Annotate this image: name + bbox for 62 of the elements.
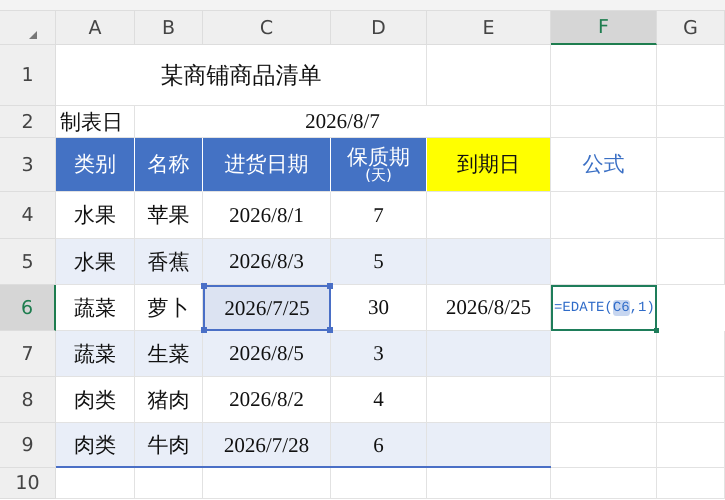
row-header[interactable]: 6 [0, 285, 56, 331]
sheet-title: 某商铺商品清单 [56, 45, 427, 106]
header-cell: 名称 [135, 138, 203, 192]
header-cell: 保质期 (天) [331, 138, 427, 192]
table-cell: 蔬菜 [56, 285, 135, 331]
empty-cell [135, 468, 203, 499]
row-header[interactable]: 9 [0, 423, 56, 468]
empty-cell [657, 106, 725, 138]
empty-cell [657, 423, 725, 468]
column-header[interactable]: B [135, 11, 203, 45]
table-cell: 4 [331, 377, 427, 423]
row-header[interactable]: 7 [0, 331, 56, 377]
row-header[interactable]: 1 [0, 45, 56, 106]
header-cell: 到期日 [427, 138, 551, 192]
triangle-icon [28, 30, 38, 40]
column-header[interactable]: A [56, 11, 135, 45]
empty-cell [657, 45, 725, 106]
header-cell: 公式 [551, 138, 657, 192]
column-header[interactable]: D [331, 11, 427, 45]
empty-cell [657, 377, 725, 423]
table-cell[interactable]: 2026/8/5 [203, 331, 331, 377]
table-cell: 香蕉 [135, 239, 203, 285]
table-cell: 猪肉 [135, 377, 203, 423]
table-cell: 6 [331, 423, 427, 468]
table-cell: 3 [331, 331, 427, 377]
table-cell[interactable]: 2026/8/2 [203, 377, 331, 423]
header-cell: 类别 [56, 138, 135, 192]
table-cell: 肉类 [56, 377, 135, 423]
row-header[interactable]: 2 [0, 106, 56, 138]
table-cell[interactable]: 2026/8/3 [203, 239, 331, 285]
table-cell: 5 [331, 239, 427, 285]
table-cell: 蔬菜 [56, 331, 135, 377]
table-cell: 30 [331, 285, 427, 331]
table-cell: 牛肉 [135, 423, 203, 468]
column-header[interactable]: F [551, 11, 657, 45]
empty-cell [657, 192, 725, 239]
column-header[interactable]: E [427, 11, 551, 45]
table-cell: 水果 [56, 192, 135, 239]
row-header[interactable]: 8 [0, 377, 56, 423]
select-all-corner[interactable] [0, 11, 56, 45]
column-header[interactable]: C [203, 11, 331, 45]
table-cell[interactable]: 2026/7/28 [203, 423, 331, 468]
empty-cell [657, 331, 725, 377]
row-header[interactable]: 5 [0, 239, 56, 285]
table-cell: 水果 [56, 239, 135, 285]
row-header[interactable]: 3 [0, 138, 56, 192]
row-header[interactable]: 4 [0, 192, 56, 239]
table-cell: 7 [331, 192, 427, 239]
table-cell: 肉类 [56, 423, 135, 468]
header-cell: 进货日期 [203, 138, 331, 192]
table-cell: 制表日 [56, 106, 135, 138]
column-header[interactable]: G [657, 11, 725, 45]
table-cell: 苹果 [135, 192, 203, 239]
empty-cell [657, 468, 725, 499]
table-cell: 2026/8/25 [427, 285, 551, 331]
formula-input[interactable]: =EDATE(C6,1) [551, 285, 657, 331]
table-cell[interactable]: 2026/8/1 [203, 192, 331, 239]
row-header[interactable]: 10 [0, 468, 56, 499]
empty-cell [657, 239, 725, 285]
table-cell: 2026/8/7 [135, 106, 551, 138]
table-cell[interactable]: 2026/7/25 [203, 285, 331, 331]
table-cell: 生菜 [135, 331, 203, 377]
